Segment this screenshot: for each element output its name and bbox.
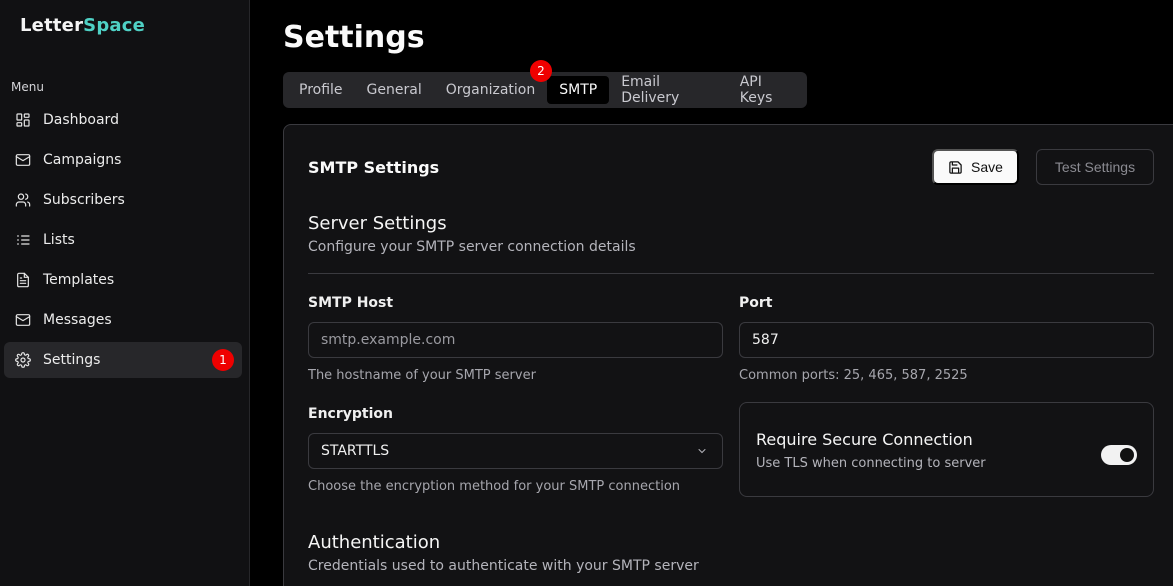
secure-connection-panel: Require Secure Connection Use TLS when c…: [739, 402, 1154, 497]
secure-connection-title: Require Secure Connection: [756, 430, 973, 449]
settings-tabs: Profile General Organization SMTP Email …: [283, 60, 807, 108]
tab-general[interactable]: General: [355, 76, 434, 104]
sidebar-item-subscribers[interactable]: Subscribers: [4, 182, 242, 218]
tab-email-delivery[interactable]: Email Delivery: [609, 74, 728, 106]
encryption-selected-value: STARTTLS: [321, 443, 390, 459]
gear-icon: [14, 351, 32, 369]
authentication-title: Authentication: [308, 532, 441, 553]
encryption-select[interactable]: STARTTLS: [308, 433, 723, 469]
sidebar: LetterSpace Menu Dashboard Campaigns Sub…: [0, 0, 250, 586]
mail-icon: [14, 151, 32, 169]
chevron-down-icon: [696, 445, 708, 457]
users-icon: [14, 191, 32, 209]
notification-badge: 2: [530, 60, 552, 82]
tab-api-keys[interactable]: API Keys: [728, 74, 807, 106]
sidebar-nav: Dashboard Campaigns Subscribers Lists Te…: [4, 102, 242, 382]
list-icon: [14, 231, 32, 249]
smtp-host-input[interactable]: [308, 322, 723, 358]
sidebar-item-messages[interactable]: Messages: [4, 302, 242, 338]
save-button[interactable]: Save: [932, 149, 1019, 185]
card-title: SMTP Settings: [308, 158, 440, 177]
smtp-settings-card: SMTP Settings Save Test Settings Server …: [283, 124, 1173, 586]
brand-logo[interactable]: LetterSpace: [20, 15, 145, 36]
notification-badge: 1: [212, 349, 234, 371]
menu-label: Menu: [11, 80, 44, 94]
toggle-knob: [1120, 448, 1134, 462]
smtp-host-label: SMTP Host: [308, 295, 394, 311]
port-help: Common ports: 25, 465, 587, 2525: [739, 368, 968, 383]
page-title: Settings: [283, 20, 425, 55]
mail-icon: [14, 311, 32, 329]
sidebar-item-lists[interactable]: Lists: [4, 222, 242, 258]
sidebar-item-campaigns[interactable]: Campaigns: [4, 142, 242, 178]
authentication-description: Credentials used to authenticate with yo…: [308, 558, 699, 574]
sidebar-item-label: Lists: [43, 232, 75, 248]
tab-smtp[interactable]: SMTP: [547, 76, 610, 104]
app-root: LetterSpace Menu Dashboard Campaigns Sub…: [0, 0, 1173, 586]
sidebar-item-settings[interactable]: Settings 1: [4, 342, 242, 378]
sidebar-item-label: Subscribers: [43, 192, 125, 208]
sidebar-item-label: Messages: [43, 312, 112, 328]
server-settings-title: Server Settings: [308, 213, 447, 234]
section-divider: [308, 273, 1154, 274]
test-settings-button[interactable]: Test Settings: [1036, 149, 1154, 185]
secure-connection-toggle[interactable]: [1101, 445, 1137, 465]
save-button-label: Save: [971, 159, 1003, 175]
main-content: Settings Profile General Organization SM…: [251, 0, 1173, 586]
sidebar-item-templates[interactable]: Templates: [4, 262, 242, 298]
encryption-help: Choose the encryption method for your SM…: [308, 479, 681, 494]
port-label: Port: [739, 295, 773, 311]
encryption-label: Encryption: [308, 406, 393, 422]
tab-organization[interactable]: Organization: [434, 76, 548, 104]
tab-profile[interactable]: Profile: [287, 76, 355, 104]
file-icon: [14, 271, 32, 289]
port-input[interactable]: 587: [739, 322, 1154, 358]
sidebar-item-label: Dashboard: [43, 112, 119, 128]
dashboard-icon: [14, 111, 32, 129]
secure-connection-description: Use TLS when connecting to server: [756, 456, 986, 471]
sidebar-item-label: Templates: [43, 272, 115, 288]
sidebar-item-dashboard[interactable]: Dashboard: [4, 102, 242, 138]
save-icon: [948, 160, 963, 175]
sidebar-item-label: Settings: [43, 352, 101, 368]
brand-name-part2: Space: [83, 15, 146, 36]
smtp-host-help: The hostname of your SMTP server: [308, 368, 536, 383]
sidebar-item-label: Campaigns: [43, 152, 122, 168]
server-settings-description: Configure your SMTP server connection de…: [308, 239, 636, 255]
brand-name-part1: Letter: [20, 15, 84, 36]
